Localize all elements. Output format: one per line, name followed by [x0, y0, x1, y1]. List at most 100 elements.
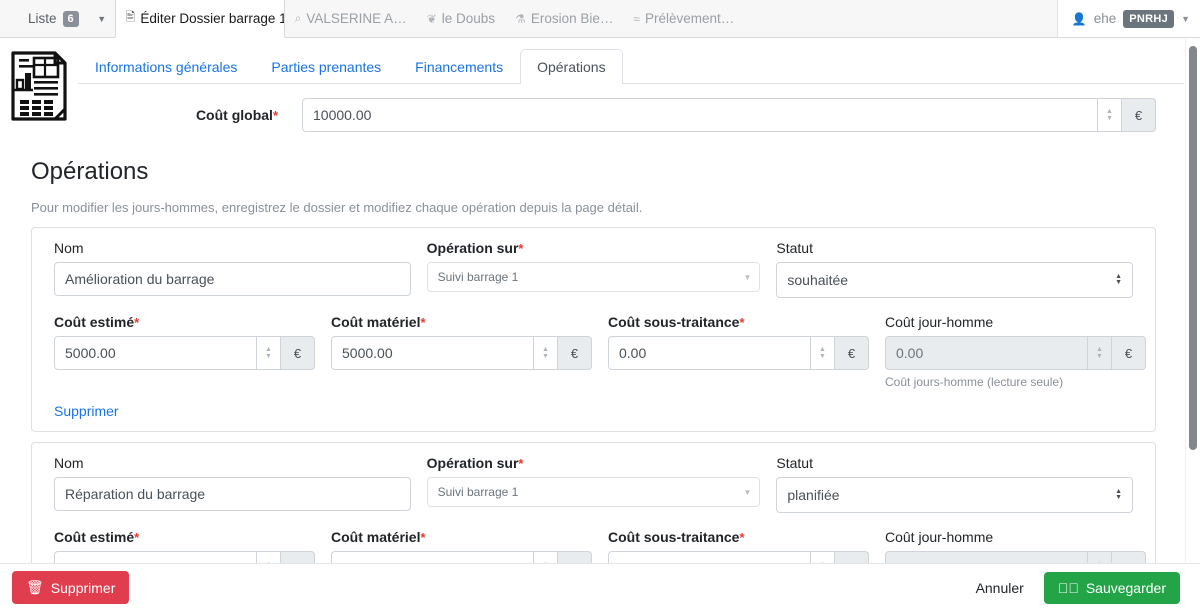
save-button[interactable]: ✓⃝ Sauvegarder: [1043, 571, 1180, 604]
tab-financements[interactable]: Financements: [398, 49, 520, 84]
cout-sous-traitance-input-group: ▲▼ €: [608, 551, 869, 563]
statut-select[interactable]: planifiée ▲ ▼: [776, 477, 1133, 513]
cout-estime-input[interactable]: [54, 551, 257, 563]
window-tab-le-doubs[interactable]: ❦ le Doubs: [417, 0, 505, 37]
cout-sous-traitance-stepper[interactable]: ▲▼: [811, 551, 835, 563]
operation-sur-select[interactable]: Suivi barrage 1 ▼: [426, 262, 761, 292]
tab-informations-generales[interactable]: Informations générales: [78, 49, 254, 84]
cout-estime-label: Coût estimé*: [54, 529, 315, 545]
tab-operations[interactable]: Opérations: [520, 49, 623, 84]
window-tab-label: Éditer Dossier barrage 1: [140, 11, 285, 26]
tab-label: Financements: [415, 59, 504, 75]
cancel-button[interactable]: Annuler: [960, 572, 1040, 604]
select-arrows-icon: ▲ ▼: [1115, 273, 1122, 286]
window-tab-erosion[interactable]: ⚗ Erosion Bie…: [505, 0, 623, 37]
currency-addon: €: [1112, 336, 1146, 370]
currency-addon: €: [558, 336, 592, 370]
select-arrows-icon: ▲ ▼: [1115, 488, 1122, 501]
liste-count-badge: 6: [62, 10, 79, 27]
cout-materiel-stepper[interactable]: ▲▼: [534, 551, 558, 563]
liste-tab-label: Liste: [28, 11, 57, 26]
required-asterisk: *: [739, 530, 745, 545]
cout-sous-traitance-input[interactable]: [608, 336, 811, 370]
field-cout-jour-homme: Coût jour-homme ▲▼ € Coût jours-homme (l…: [877, 529, 1154, 563]
field-statut: Statut planifiée ▲ ▼: [768, 455, 1141, 513]
cout-jour-homme-help: Coût jours-homme (lecture seule): [885, 375, 1064, 389]
field-cout-materiel: Coût matériel* ▲▼ €: [323, 314, 600, 389]
fish-icon: ❦: [426, 11, 437, 26]
cout-global-label-text: Coût global: [195, 107, 273, 123]
operation-sur-select[interactable]: Suivi barrage 1 ▼: [426, 477, 761, 507]
cout-jour-homme-stepper: ▲▼: [1088, 336, 1112, 370]
operation-row-top: Nom Opération sur* Suivi barrage 1 ▼ Sta…: [46, 455, 1141, 513]
chevron-down-icon[interactable]: ▼: [1181, 14, 1190, 24]
required-asterisk: *: [134, 530, 140, 545]
person-icon: 👤: [1071, 11, 1087, 26]
field-nom: Nom: [46, 240, 419, 298]
operation-row-top: Nom Opération sur* Suivi barrage 1 ▼ Sta…: [46, 240, 1141, 298]
delete-button[interactable]: 🗑 Supprimer: [12, 571, 130, 604]
required-asterisk: *: [739, 315, 745, 330]
field-cout-jour-homme: Coût jour-homme ▲▼ € Coût jours-homme (l…: [877, 314, 1154, 389]
field-operation-sur: Opération sur* Suivi barrage 1 ▼: [419, 240, 769, 298]
liste-tab[interactable]: Liste 6: [0, 0, 89, 37]
window-tab-valserine[interactable]: ⌕ VALSERINE A…: [285, 0, 417, 37]
trash-icon: 🗑: [26, 579, 44, 595]
cout-materiel-label-text: Coût matériel: [331, 529, 421, 545]
cout-sous-traitance-stepper[interactable]: ▲▼: [811, 336, 835, 370]
operation-row-costs: Coût estimé* ▲▼ € Coût matériel* ▲▼ €: [46, 314, 1146, 389]
nom-input[interactable]: [54, 477, 411, 511]
currency-addon: €: [1122, 98, 1156, 132]
section-title: Opérations: [31, 158, 149, 185]
window-tab-editer-dossier[interactable]: 🖹 Éditer Dossier barrage 1: [114, 0, 285, 38]
cout-global-input-group: ▲▼ €: [302, 98, 1156, 132]
required-asterisk: *: [518, 456, 524, 471]
statut-value: souhaitée: [787, 272, 849, 288]
window-tab-label: VALSERINE A…: [306, 11, 407, 26]
required-asterisk: *: [272, 108, 278, 123]
operation-panel: Nom Opération sur* Suivi barrage 1 ▼ Sta…: [31, 442, 1156, 563]
cout-materiel-label-text: Coût matériel: [331, 314, 421, 330]
operation-sur-value: Suivi barrage 1: [437, 485, 519, 499]
statut-value: planifiée: [787, 487, 840, 503]
cout-materiel-label: Coût matériel*: [331, 314, 592, 330]
tab-label: Parties prenantes: [271, 59, 382, 75]
cout-sous-traitance-label: Coût sous-traitance*: [608, 314, 869, 330]
cout-jour-homme-input: [885, 336, 1088, 370]
cout-jour-homme-label: Coût jour-homme: [885, 314, 994, 330]
cout-estime-input[interactable]: [54, 336, 257, 370]
delete-operation-link[interactable]: Supprimer: [54, 403, 119, 419]
cout-estime-stepper[interactable]: ▲▼: [257, 336, 281, 370]
cout-jour-homme-input-group: ▲▼ €: [885, 336, 1146, 370]
cout-materiel-input[interactable]: [331, 336, 534, 370]
tab-label: Opérations: [537, 59, 606, 75]
currency-addon: €: [281, 551, 315, 563]
user-menu[interactable]: 👤 ehe PNRHJ ▼: [1056, 0, 1200, 37]
operations-form-content: Coût global* ▲▼ € Opérations Pour modifi…: [0, 84, 1192, 563]
cout-sous-traitance-input[interactable]: [608, 551, 811, 563]
cout-global-input[interactable]: [302, 98, 1098, 132]
cout-materiel-stepper[interactable]: ▲▼: [534, 336, 558, 370]
cout-sous-traitance-label-text: Coût sous-traitance: [608, 314, 740, 330]
window-tab-prelevement[interactable]: ≈ Prélèvement…: [623, 0, 744, 37]
user-name-label: ehe: [1093, 11, 1117, 26]
magnifier-icon: ⌕: [294, 11, 302, 25]
nom-input[interactable]: [54, 262, 411, 296]
statut-select[interactable]: souhaitée ▲ ▼: [776, 262, 1133, 298]
delete-button-label: Supprimer: [50, 579, 116, 596]
cout-estime-stepper[interactable]: ▲▼: [257, 551, 281, 563]
scrollbar-thumb[interactable]: [1189, 46, 1197, 450]
liste-dropdown-caret-icon[interactable]: [89, 0, 115, 37]
cout-global-label: Coût global*: [0, 107, 302, 123]
operation-sur-value: Suivi barrage 1: [437, 270, 519, 284]
cout-materiel-input[interactable]: [331, 551, 534, 563]
cout-global-stepper[interactable]: ▲ ▼: [1098, 98, 1122, 132]
currency-addon: €: [835, 336, 869, 370]
tab-parties-prenantes[interactable]: Parties prenantes: [254, 49, 398, 84]
waves-icon: ≈: [633, 11, 640, 26]
currency-addon: €: [835, 551, 869, 563]
statut-label: Statut: [776, 240, 813, 256]
cout-global-row: Coût global* ▲▼ €: [0, 84, 1192, 142]
cout-jour-homme-label: Coût jour-homme: [885, 529, 994, 545]
window-tabbar: Liste 6 🖹 Éditer Dossier barrage 1 ⌕ VAL…: [0, 0, 1200, 38]
